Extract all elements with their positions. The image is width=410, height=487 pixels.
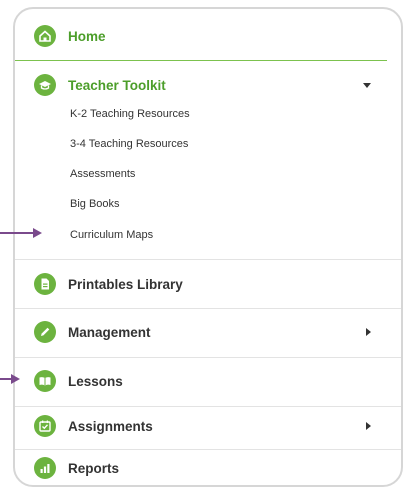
chevron-right-icon[interactable] xyxy=(366,328,371,336)
graduation-cap-icon xyxy=(34,74,56,96)
pointer-arrow-icon xyxy=(0,228,42,238)
divider xyxy=(15,259,401,260)
submenu-item-k2[interactable]: K-2 Teaching Resources xyxy=(70,108,190,120)
nav-item-management-label: Management xyxy=(68,324,151,340)
submenu-item-3-4[interactable]: 3-4 Teaching Resources xyxy=(70,138,188,150)
submenu-item-assessments[interactable]: Assessments xyxy=(70,168,135,180)
calendar-check-icon xyxy=(34,415,56,437)
nav-item-teacher-toolkit[interactable]: Teacher Toolkit xyxy=(15,72,401,98)
nav-item-home-label: Home xyxy=(68,28,106,44)
submenu-item-big-books[interactable]: Big Books xyxy=(70,198,120,210)
book-icon xyxy=(34,370,56,392)
nav-item-home[interactable]: Home xyxy=(15,23,401,49)
chevron-right-icon[interactable] xyxy=(366,422,371,430)
pencil-icon xyxy=(34,321,56,343)
nav-item-teacher-toolkit-label: Teacher Toolkit xyxy=(68,77,166,93)
nav-item-printables-label: Printables Library xyxy=(68,276,183,292)
divider xyxy=(15,308,401,309)
document-icon xyxy=(34,273,56,295)
nav-item-assignments[interactable]: Assignments xyxy=(15,413,401,439)
nav-item-management[interactable]: Management xyxy=(15,319,401,345)
divider xyxy=(15,60,387,61)
chart-icon xyxy=(34,457,56,479)
nav-item-reports-label: Reports xyxy=(68,460,120,476)
submenu-item-curriculum-maps[interactable]: Curriculum Maps xyxy=(70,229,153,241)
navigation-menu: Home Teacher Toolkit K-2 Teaching Resour… xyxy=(13,7,403,487)
chevron-down-icon[interactable] xyxy=(363,82,371,88)
home-icon xyxy=(34,25,56,47)
nav-item-lessons[interactable]: Lessons xyxy=(15,368,401,394)
nav-item-reports[interactable]: Reports xyxy=(15,455,401,481)
nav-item-lessons-label: Lessons xyxy=(68,373,123,389)
nav-item-printables-library[interactable]: Printables Library xyxy=(15,271,401,297)
pointer-arrow-icon xyxy=(0,374,20,384)
divider xyxy=(15,406,401,407)
nav-item-assignments-label: Assignments xyxy=(68,418,153,434)
divider xyxy=(15,449,401,450)
divider xyxy=(15,357,401,358)
